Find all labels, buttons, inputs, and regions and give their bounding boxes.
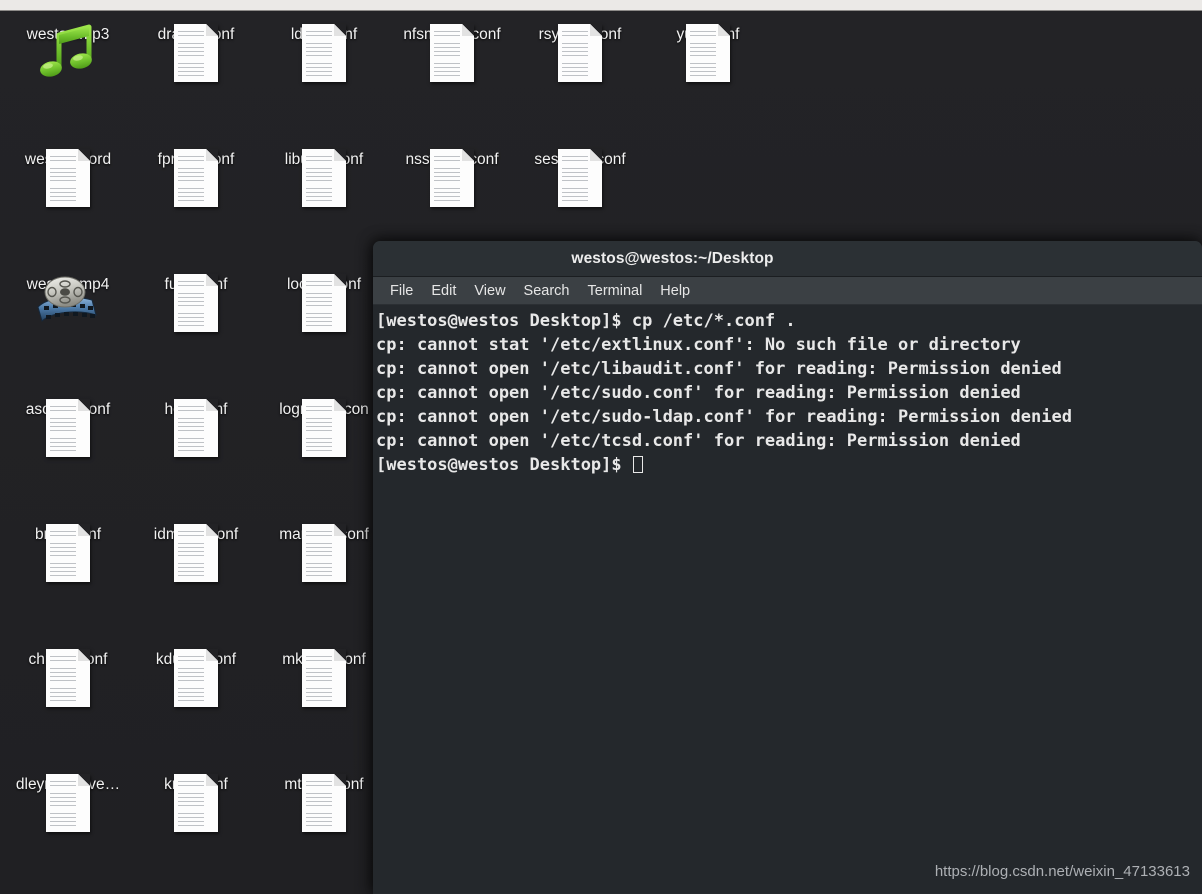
desktop-icon[interactable]: fuse.conf [132,271,260,332]
desktop-icon[interactable]: rsyslog.conf [516,21,644,82]
document-icon [302,24,346,82]
film-reel-icon [34,275,102,331]
desktop-icon[interactable]: fprintd.conf [132,146,260,207]
terminal-line: [westos@westos Desktop]$ cp /etc/*.conf … [376,311,796,331]
document-icon [302,274,346,332]
document-icon [430,149,474,207]
document-icon [46,399,90,457]
desktop-icon[interactable]: westos.mp3 [4,21,132,77]
document-icon [558,24,602,82]
terminal-window[interactable]: westos@westos:~/Desktop File Edit View S… [373,241,1202,894]
desktop-icon[interactable]: krb5.conf [132,771,260,832]
desktop-icon[interactable]: mke2fs.conf [260,646,388,707]
document-icon [302,524,346,582]
document-icon [174,24,218,82]
desktop-icon[interactable]: dracut.conf [132,21,260,82]
menu-item-terminal[interactable]: Terminal [579,281,652,301]
menu-item-help[interactable]: Help [651,281,699,301]
terminal-cursor [632,456,643,473]
menu-item-file[interactable]: File [381,281,422,301]
document-icon [302,774,346,832]
terminal-line: cp: cannot open '/etc/sudo-ldap.conf' fo… [376,407,1072,427]
terminal-line: cp: cannot open '/etc/sudo.conf' for rea… [376,383,1021,403]
watermark-text: https://blog.csdn.net/weixin_47133613 [934,863,1190,880]
desktop-icon[interactable]: idmapd.conf [132,521,260,582]
terminal-line: cp: cannot stat '/etc/extlinux.conf': No… [376,335,1021,355]
terminal-prompt-line: [westos@westos Desktop]$ [376,453,1202,477]
desktop-icon[interactable]: nfsmount.conf [388,21,516,82]
document-icon [174,774,218,832]
document-icon [174,399,218,457]
desktop-icon[interactable]: ld.so.conf [260,21,388,82]
document-icon [174,149,218,207]
desktop-icon[interactable]: brltty.conf [4,521,132,582]
document-icon [558,149,602,207]
desktop-icon[interactable]: yum.conf [644,21,772,82]
top-panel-strip [0,0,1202,11]
desktop-icon[interactable]: sestatus.conf [516,146,644,207]
document-icon [302,149,346,207]
menu-item-view[interactable]: View [465,281,514,301]
document-icon [46,649,90,707]
terminal-title: westos@westos:~/Desktop [571,249,774,267]
terminal-prompt: [westos@westos Desktop]$ [376,455,632,475]
desktop-icon[interactable]: man_db.conf [260,521,388,582]
document-icon [302,649,346,707]
terminal-output-area[interactable]: [westos@westos Desktop]$ cp /etc/*.conf … [373,305,1202,893]
desktop-icon[interactable]: westos.word [4,146,132,207]
desktop-icon[interactable]: nsswitch.conf [388,146,516,207]
document-icon [174,274,218,332]
terminal-titlebar[interactable]: westos@westos:~/Desktop [373,241,1202,277]
document-icon [430,24,474,82]
desktop-icon[interactable]: libuser.conf [260,146,388,207]
menu-item-search[interactable]: Search [515,281,579,301]
document-icon [302,399,346,457]
desktop-icon[interactable]: kdump.conf [132,646,260,707]
music-note-icon [37,23,99,81]
document-icon [46,524,90,582]
desktop-icon[interactable]: dleyna-serve… [4,771,132,832]
terminal-menubar[interactable]: File Edit View Search Terminal Help [373,277,1202,305]
document-icon [174,649,218,707]
desktop-icon[interactable]: mtools.conf [260,771,388,832]
desktop-icon[interactable]: asound.conf [4,396,132,457]
desktop-icon[interactable]: logrotate.con [260,396,388,457]
document-icon [686,24,730,82]
terminal-line: cp: cannot open '/etc/libaudit.conf' for… [376,359,1062,379]
desktop-icon[interactable]: host.conf [132,396,260,457]
document-icon [174,524,218,582]
terminal-line: cp: cannot open '/etc/tcsd.conf' for rea… [376,431,1021,451]
desktop-icon[interactable]: chrony.conf [4,646,132,707]
screen: westos.mp3dracut.confld.so.confnfsmount.… [0,0,1202,894]
desktop-icon[interactable]: locale.conf [260,271,388,332]
document-icon [46,774,90,832]
document-icon [46,149,90,207]
desktop-icon[interactable]: westos.mp4 [4,271,132,322]
menu-item-edit[interactable]: Edit [422,281,465,301]
